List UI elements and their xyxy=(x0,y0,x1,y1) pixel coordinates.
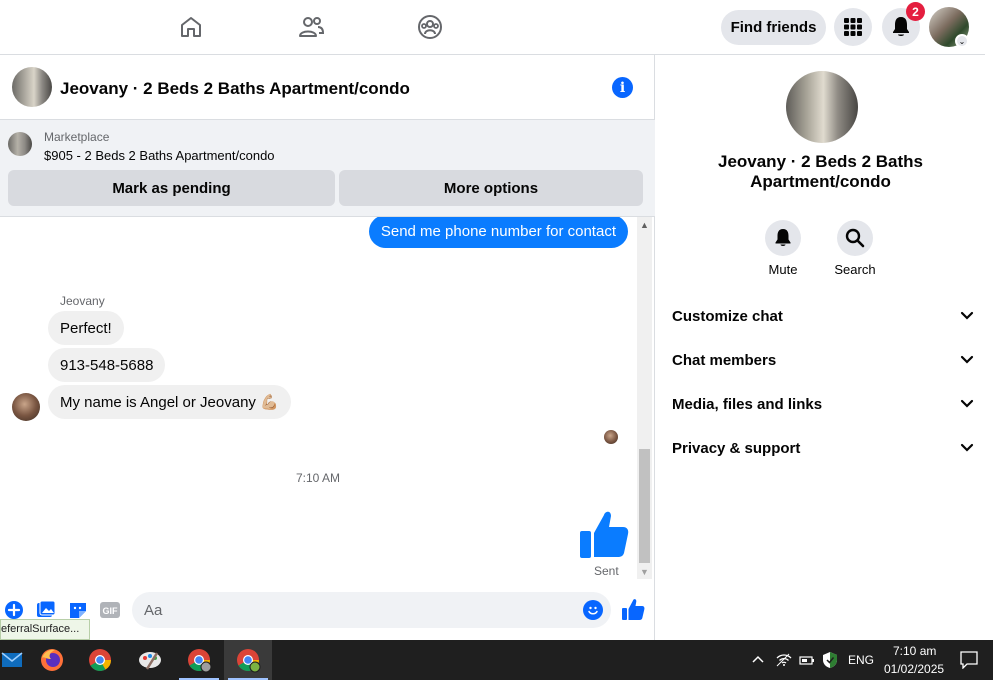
wifi-icon[interactable] xyxy=(776,653,792,667)
emoji-icon[interactable] xyxy=(583,600,603,620)
conversation-info-panel: Jeovany · 2 Beds 2 Baths Apartment/condo… xyxy=(656,55,985,640)
sent-status: Sent xyxy=(594,564,619,578)
marketplace-listing-box: Marketplace $905 - 2 Beds 2 Baths Apartm… xyxy=(0,120,655,217)
notification-badge: 2 xyxy=(906,2,925,21)
send-like-icon[interactable] xyxy=(621,597,645,621)
marketplace-description[interactable]: $905 - 2 Beds 2 Baths Apartment/condo xyxy=(44,148,275,163)
chevron-down-icon[interactable]: ⌄ xyxy=(955,34,969,48)
chat-header: Jeovany · 2 Beds 2 Baths Apartment/condo… xyxy=(0,55,655,120)
groups-icon[interactable] xyxy=(415,12,445,42)
incoming-message[interactable]: 913-548-5688 xyxy=(48,348,166,382)
home-icon[interactable] xyxy=(176,12,206,42)
find-friends-button[interactable]: Find friends xyxy=(721,10,826,45)
chrome-profile-icon[interactable] xyxy=(175,640,223,680)
mark-as-pending-button[interactable]: Mark as pending xyxy=(8,170,335,206)
message-timestamp: 7:10 AM xyxy=(295,471,341,485)
top-navigation-bar: Find friends 2 ⌄ xyxy=(0,0,985,55)
notification-center-icon[interactable] xyxy=(960,651,978,669)
section-label: Privacy & support xyxy=(672,439,801,457)
sticker-icon[interactable] xyxy=(67,599,89,621)
message-input[interactable] xyxy=(132,592,611,628)
scroll-down-arrow[interactable]: ▼ xyxy=(637,564,652,579)
section-customize-chat[interactable]: Customize chat xyxy=(672,294,974,338)
search-button[interactable]: Search xyxy=(825,220,885,277)
section-media-files-links[interactable]: Media, files and links xyxy=(672,382,974,426)
incoming-message[interactable]: Perfect! xyxy=(48,311,124,345)
scroll-up-arrow[interactable]: ▲ xyxy=(637,217,652,232)
firefox-icon[interactable] xyxy=(28,640,76,680)
thumbs-up-icon[interactable] xyxy=(578,507,630,561)
status-tooltip: eferralSurface... xyxy=(0,619,90,640)
chevron-down-icon xyxy=(960,311,974,320)
scrollbar-thumb[interactable] xyxy=(639,449,650,563)
section-label: Media, files and links xyxy=(672,395,823,413)
language-indicator[interactable]: ENG xyxy=(848,653,874,667)
chat-panel: Jeovany · 2 Beds 2 Baths Apartment/condo… xyxy=(0,55,655,640)
section-chat-members[interactable]: Chat members xyxy=(672,338,974,382)
mute-button[interactable]: Mute xyxy=(753,220,813,277)
conversation-name: Jeovany · 2 Beds 2 Baths Apartment/condo xyxy=(717,152,924,191)
incoming-message[interactable]: My name is Angel or Jeovany 💪🏼 xyxy=(48,385,291,419)
section-label: Chat members xyxy=(672,351,777,369)
clock-time[interactable]: 7:10 am xyxy=(893,644,936,658)
bell-icon xyxy=(765,220,801,256)
conversation-avatar[interactable] xyxy=(786,71,858,143)
seen-indicator-avatar xyxy=(604,430,618,444)
search-label: Search xyxy=(834,262,876,277)
security-shield-icon[interactable] xyxy=(822,651,838,669)
battery-icon[interactable] xyxy=(799,653,815,667)
photo-icon[interactable] xyxy=(35,599,57,621)
more-options-button[interactable]: More options xyxy=(339,170,643,206)
message-scrollbar[interactable]: ▲ ▼ xyxy=(637,217,652,579)
chevron-down-icon xyxy=(960,399,974,408)
search-icon xyxy=(837,220,873,256)
message-composer: GIF xyxy=(0,579,655,640)
chat-title[interactable]: Jeovany · 2 Beds 2 Baths Apartment/condo xyxy=(60,79,410,99)
message-list: Send me phone number for contact Jeovany… xyxy=(0,217,636,579)
section-label: Customize chat xyxy=(672,307,783,325)
chevron-down-icon xyxy=(960,355,974,364)
svg-text:GIF: GIF xyxy=(103,606,119,616)
page-scroll-track xyxy=(985,0,993,640)
bell-icon xyxy=(893,17,909,36)
listing-avatar[interactable] xyxy=(12,67,52,107)
marketplace-label: Marketplace xyxy=(44,130,110,144)
plus-icon[interactable] xyxy=(3,599,25,621)
taskbar: ENG 7:10 am 01/02/2025 xyxy=(0,640,993,680)
sender-avatar[interactable] xyxy=(12,393,40,421)
outgoing-message[interactable]: Send me phone number for contact xyxy=(368,217,628,248)
chevron-down-icon xyxy=(960,443,974,452)
mute-label: Mute xyxy=(768,262,798,277)
clock-date[interactable]: 01/02/2025 xyxy=(884,662,944,676)
info-icon[interactable]: i xyxy=(612,77,633,98)
chevron-up-icon[interactable] xyxy=(751,654,765,664)
grid-icon xyxy=(844,18,862,36)
sender-name: Jeovany xyxy=(60,294,105,308)
section-privacy-support[interactable]: Privacy & support xyxy=(672,426,974,470)
friends-icon[interactable] xyxy=(296,12,326,42)
gif-icon[interactable]: GIF xyxy=(99,599,121,621)
paint-icon[interactable] xyxy=(126,640,174,680)
chrome-active-profile-icon[interactable] xyxy=(224,640,272,680)
marketplace-thumbnail[interactable] xyxy=(8,132,32,156)
menu-grid-button[interactable] xyxy=(834,8,872,46)
chrome-icon[interactable] xyxy=(76,640,124,680)
